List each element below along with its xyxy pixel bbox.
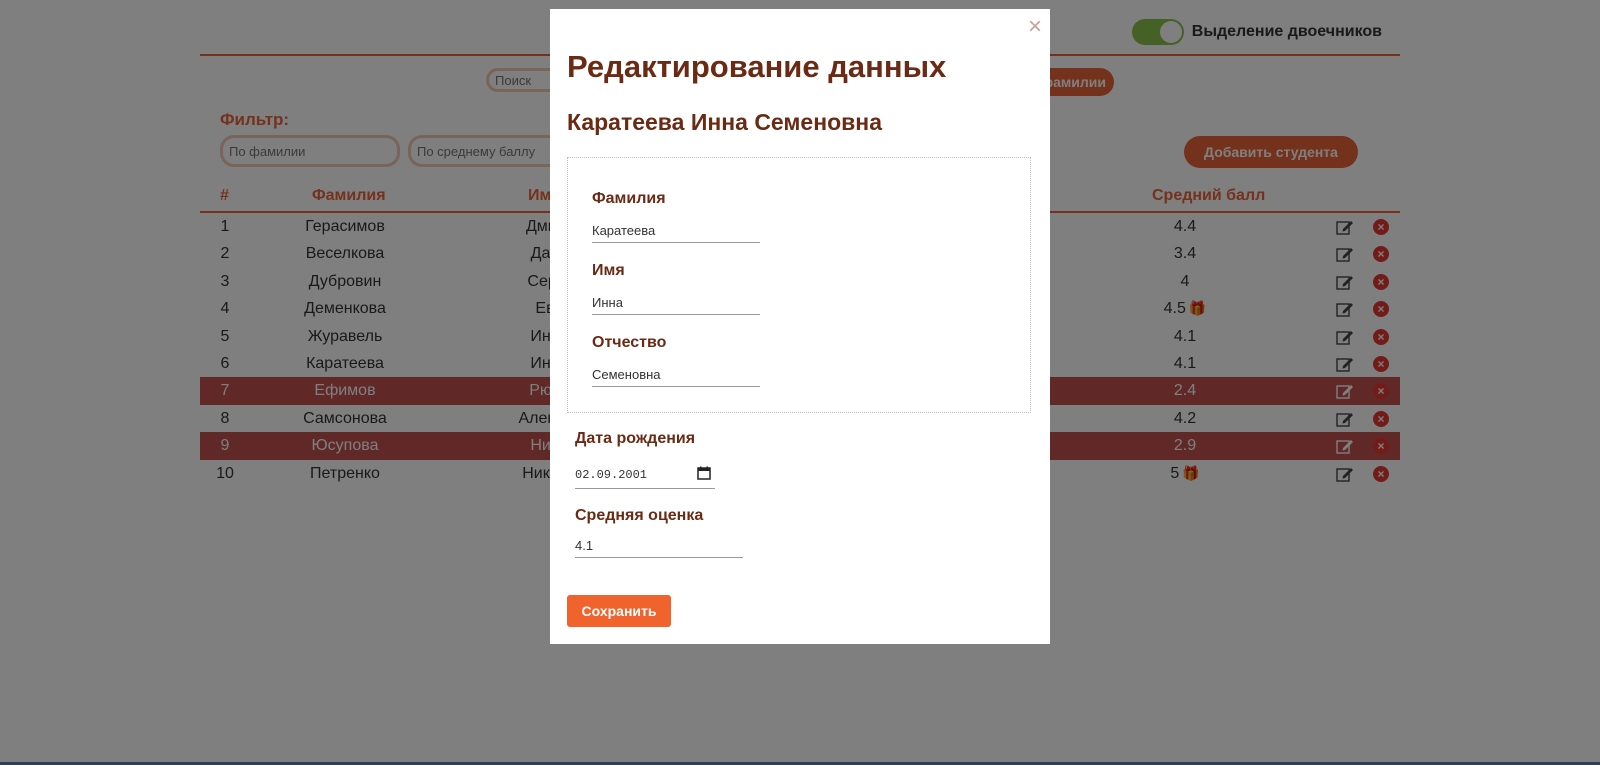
avg-grade-label: Средняя оценка [575, 507, 704, 524]
name-label: Имя [592, 262, 625, 279]
edit-modal: × Редактирование данных Каратеева Инна С… [550, 9, 1050, 644]
surname-field[interactable] [592, 218, 760, 243]
student-name: Каратеева Инна Семеновна [567, 109, 882, 135]
name-fieldset: Фамилия Имя Отчество [567, 157, 1031, 413]
surname-label: Фамилия [592, 190, 666, 207]
name-field[interactable] [592, 290, 760, 315]
calendar-icon[interactable] [697, 466, 711, 480]
modal-title: Редактирование данных [567, 49, 947, 84]
avg-grade-field[interactable] [575, 533, 743, 558]
close-icon[interactable]: × [1028, 13, 1042, 41]
patronymic-field[interactable] [592, 362, 760, 387]
birthdate-label: Дата рождения [575, 430, 696, 447]
birthdate-value: 02.09.2001 [575, 468, 648, 482]
birthdate-field[interactable]: 02.09.2001 [575, 463, 715, 489]
patronymic-label: Отчество [592, 334, 667, 351]
save-button[interactable]: Сохранить [567, 595, 671, 627]
